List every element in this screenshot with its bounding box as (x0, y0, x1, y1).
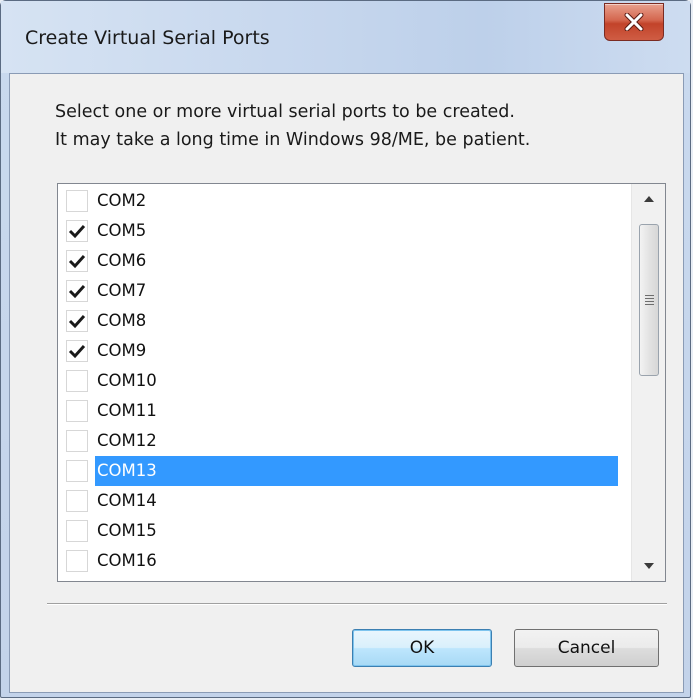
vertical-scrollbar[interactable] (631, 184, 665, 581)
port-checkbox[interactable] (66, 460, 88, 482)
port-label: COM9 (97, 341, 147, 360)
port-label: COM15 (97, 521, 157, 540)
port-label: COM13 (97, 461, 157, 480)
port-label-area[interactable]: COM9 (95, 336, 618, 366)
port-label-area[interactable]: COM16 (95, 546, 618, 576)
title-bar[interactable]: Create Virtual Serial Ports (1, 1, 690, 73)
list-item[interactable]: COM14 (58, 486, 618, 516)
port-label: COM10 (97, 371, 157, 390)
port-label: COM2 (97, 191, 147, 210)
port-checkbox[interactable] (66, 250, 88, 272)
list-item[interactable]: COM5 (58, 216, 618, 246)
port-label-area[interactable]: COM12 (95, 426, 618, 456)
list-item[interactable]: COM13 (58, 456, 618, 486)
port-label: COM12 (97, 431, 157, 450)
port-label: COM6 (97, 251, 147, 270)
checkmark-icon (68, 254, 86, 269)
list-item[interactable]: COM7 (58, 276, 618, 306)
list-item[interactable]: COM9 (58, 336, 618, 366)
scroll-down-button[interactable] (632, 551, 665, 581)
list-item[interactable]: COM8 (58, 306, 618, 336)
scroll-up-button[interactable] (632, 184, 665, 214)
checkmark-icon (68, 314, 86, 329)
list-item[interactable]: COM11 (58, 396, 618, 426)
ok-button[interactable]: OK (352, 629, 492, 667)
close-icon (624, 13, 644, 31)
port-checklist[interactable]: COM16 COM15 COM14 COM13 COM12 COM11 COM10 COM9 C… (57, 183, 666, 582)
list-item[interactable]: COM12 (58, 426, 618, 456)
port-label-area[interactable]: COM5 (95, 216, 618, 246)
port-label-area[interactable]: COM11 (95, 396, 618, 426)
port-label: COM16 (97, 551, 157, 570)
port-checkbox[interactable] (66, 430, 88, 452)
checkmark-icon (68, 284, 86, 299)
port-checkbox[interactable] (66, 370, 88, 392)
instructions-line-1: Select one or more virtual serial ports … (55, 102, 515, 122)
instructions-line-2: It may take a long time in Windows 98/ME… (55, 130, 531, 150)
port-label: COM5 (97, 221, 147, 240)
port-label: COM14 (97, 491, 157, 510)
grip-icon (644, 293, 654, 307)
port-checkbox[interactable] (66, 220, 88, 242)
scrollbar-thumb[interactable] (639, 224, 659, 376)
dialog-client-area: Select one or more virtual serial ports … (9, 73, 684, 693)
scroll-up-arrow-icon (643, 196, 654, 202)
port-checkbox[interactable] (66, 310, 88, 332)
port-checkbox[interactable] (66, 490, 88, 512)
checkmark-icon (68, 344, 86, 359)
port-checkbox[interactable] (66, 550, 88, 572)
port-label-area[interactable]: COM15 (95, 516, 618, 546)
port-label-area[interactable]: COM6 (95, 246, 618, 276)
port-label-area[interactable]: COM8 (95, 306, 618, 336)
port-checkbox[interactable] (66, 400, 88, 422)
list-item[interactable]: COM15 (58, 516, 618, 546)
port-checkbox[interactable] (66, 280, 88, 302)
list-item[interactable]: COM10 (58, 366, 618, 396)
port-label-area[interactable]: COM10 (95, 366, 618, 396)
port-label: COM8 (97, 311, 147, 330)
port-checkbox[interactable] (66, 190, 88, 212)
port-checkbox[interactable] (66, 520, 88, 542)
instructions: Select one or more virtual serial ports … (55, 98, 530, 154)
window-title: Create Virtual Serial Ports (25, 27, 270, 49)
port-label: COM7 (97, 281, 147, 300)
list-item[interactable]: COM16 (58, 546, 618, 576)
checkmark-icon (68, 224, 86, 239)
scroll-down-arrow-icon (643, 563, 654, 569)
close-button[interactable] (604, 3, 664, 41)
port-label: COM11 (97, 401, 157, 420)
separator-line (47, 603, 667, 605)
port-label-area[interactable]: COM13 (95, 456, 618, 486)
port-label-area[interactable]: COM14 (95, 486, 618, 516)
list-item[interactable]: COM2 (58, 186, 618, 216)
port-checkbox[interactable] (66, 340, 88, 362)
list-item[interactable]: COM6 (58, 246, 618, 276)
cancel-button[interactable]: Cancel (514, 629, 659, 667)
port-label-area[interactable]: COM7 (95, 276, 618, 306)
dialog-window: Create Virtual Serial Ports Select one o… (0, 0, 691, 698)
port-label-area[interactable]: COM2 (95, 186, 618, 216)
